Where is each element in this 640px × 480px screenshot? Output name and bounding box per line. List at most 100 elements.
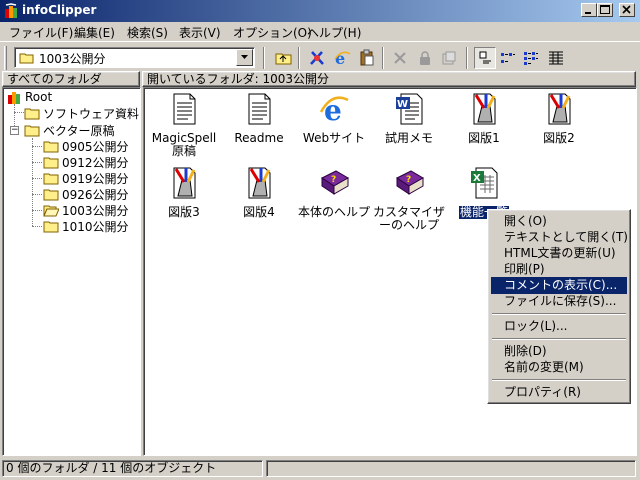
menu-item-rename[interactable]: 名前の変更(M) [491,359,627,376]
file-name: 図版3 [168,205,200,219]
close-icon [622,5,631,14]
minimize-icon [585,12,591,14]
delete-button[interactable] [389,47,411,69]
tree-item-root[interactable]: Root [6,89,52,105]
menu-options[interactable]: オプション(O) [233,24,312,41]
tree-line [32,210,42,211]
folder-select-value: 1003公開分 [39,52,106,66]
small-icons-view-button[interactable] [497,47,519,69]
tree-line [14,112,24,113]
tree-line [32,226,42,227]
tree-item-1003[interactable]: 1003公開分 [43,202,129,218]
minimize-button[interactable] [581,3,597,17]
right-pane-header: 開いているフォルダ: 1003公開分 [142,71,636,87]
dropdown-arrow-button[interactable] [236,49,253,66]
file-item[interactable]: W 試用メモ [371,92,447,145]
maximize-button[interactable] [597,3,613,17]
menu-item-properties[interactable]: プロパティ(R) [491,384,627,401]
folder-icon [43,189,59,201]
menu-item-print[interactable]: 印刷(P) [491,261,627,278]
details-view-button[interactable] [545,47,567,69]
file-name: 本体のヘルプ [297,205,370,219]
folder-icon [43,157,59,169]
excel-document-icon: X [471,167,498,199]
small-icons-icon [501,53,515,63]
menu-search[interactable]: 検索(S) [127,24,168,41]
tree-line [32,194,42,195]
folder-select[interactable]: 1003公開分 [14,47,255,68]
menu-file[interactable]: ファイル(F) [9,24,73,41]
lock-icon [420,51,430,65]
menu-item-open-as-text[interactable]: テキストとして開く(T) [491,229,628,246]
window-title: infoClipper [22,3,97,17]
tree-item-label: 0905公開分 [62,139,129,154]
title-bar[interactable]: infoClipper [0,0,640,22]
tools-button[interactable] [306,47,328,69]
properties-button[interactable] [438,47,460,69]
menu-item-lock[interactable]: ロック(L)... [491,318,627,335]
folder-icon [43,141,59,153]
tree-item-0905[interactable]: 0905公開分 [43,138,129,154]
file-item[interactable]: 図版4 [221,166,297,219]
menu-item-save-to-file[interactable]: ファイルに保存(S)... [491,293,627,310]
close-button[interactable] [619,3,635,17]
tree-item-0912[interactable]: 0912公開分 [43,154,129,170]
menu-item-show-comment[interactable]: コメントの表示(C)... [491,277,627,294]
lock-button[interactable] [414,47,436,69]
app-icon [5,3,17,18]
tree-item-vector[interactable]: ベクター原稿 [24,122,115,138]
tree-item-label: 0919公開分 [62,171,129,186]
folder-tree[interactable]: − Root ソフトウェア資料 ベクター原稿 0905公開分 0912公開分 0… [2,87,141,456]
open-folder-icon [43,205,59,217]
menu-help[interactable]: ヘルプ(H) [307,24,361,41]
clipboard-icon [360,49,374,66]
folder-icon [43,173,59,185]
menu-edit[interactable]: 編集(E) [74,24,115,41]
menu-item-delete[interactable]: 削除(D) [491,343,627,360]
tree-item-label: 1010公開分 [62,219,129,234]
file-item[interactable]: 図版3 [146,166,222,219]
list-view-button[interactable] [520,47,542,69]
paint-document-icon [173,167,196,199]
toolbar-separator [466,47,468,69]
file-item[interactable]: 図版1 [446,92,522,145]
menu-item-update-html[interactable]: HTML文書の更新(U) [491,245,627,262]
svg-text:?: ? [406,175,411,185]
folder-icon [43,221,59,233]
svg-text:X: X [473,173,481,184]
tree-item-1010[interactable]: 1010公開分 [43,218,129,234]
menu-item-open[interactable]: 開く(O) [491,213,627,230]
collapse-icon[interactable]: − [10,126,19,135]
large-icons-icon [479,51,491,64]
toolbar-grip[interactable] [4,46,7,70]
large-icons-view-button[interactable] [474,47,496,69]
file-name: 図版2 [543,131,575,145]
properties-icon [442,51,456,65]
file-item[interactable]: 図版2 [521,92,597,145]
browser-button[interactable]: e [331,47,353,69]
folder-icon [24,108,40,120]
context-menu: 開く(O) テキストとして開く(T) HTML文書の更新(U) 印刷(P) コメ… [487,209,631,404]
tree-item-label: 0926公開分 [62,187,129,202]
tree-item-software[interactable]: ソフトウェア資料 [24,105,139,121]
file-item[interactable]: ? 本体のヘルプ [296,166,372,219]
file-item[interactable]: ? カスタマイザーのヘルプ [371,166,447,232]
tree-item-0926[interactable]: 0926公開分 [43,186,129,202]
toolbar-separator [263,47,265,69]
menu-view[interactable]: 表示(V) [179,24,221,41]
menu-separator [492,379,626,381]
status-bar: 0 個のフォルダ / 11 個のオブジェクト [0,458,640,480]
tree-item-0919[interactable]: 0919公開分 [43,170,129,186]
tree-item-label: ベクター原稿 [43,123,115,138]
paste-button[interactable] [356,47,378,69]
file-name: 図版1 [468,131,500,145]
root-icon [8,92,20,104]
paint-document-icon [548,93,571,125]
file-item[interactable]: Readme [221,92,297,145]
file-item[interactable]: e Webサイト [296,92,372,145]
menu-separator [492,313,626,315]
tree-item-label: ソフトウェア資料 [43,106,140,121]
delete-icon [394,52,406,64]
file-item[interactable]: MagicSpell原稿 [146,92,222,158]
up-folder-button[interactable] [273,47,295,69]
